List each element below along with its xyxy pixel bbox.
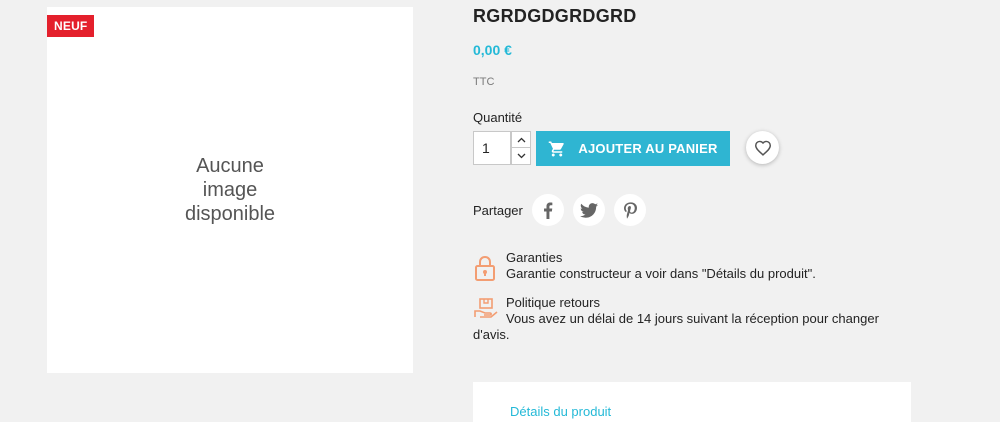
return-box-icon [473,297,499,323]
tax-label: TTC [473,76,495,88]
returns-title: Politique retours [506,295,600,310]
share-pinterest-button[interactable] [614,194,646,226]
twitter-icon [580,202,598,218]
share-label: Partager [473,203,523,218]
no-image-text: Aucune image disponible [184,155,276,225]
quantity-increase-button[interactable] [511,131,531,148]
guarantee-text: Garantie constructeur a voir dans "Détai… [506,266,816,281]
add-to-cart-button[interactable]: AJOUTER AU PANIER [536,131,730,166]
pinterest-icon [623,201,637,219]
tab-product-details[interactable]: Détails du produit [510,404,611,419]
new-badge: NEUF [47,15,95,37]
shopping-cart-icon [548,140,566,158]
wishlist-button[interactable] [746,131,779,164]
share-facebook-button[interactable] [532,194,564,226]
chevron-down-icon [517,153,526,159]
returns-text: Vous avez un délai de 14 jours suivant l… [473,311,879,342]
quantity-label: Quantité [473,110,523,125]
reassurance-guarantee: Garanties Garantie constructeur a voir d… [473,250,893,282]
reassurance-returns: Politique retours Vous avez un délai de … [473,295,893,343]
share-twitter-button[interactable] [573,194,605,226]
product-title: RGRDGDGRDGRD [473,6,637,26]
heart-icon [754,140,772,156]
facebook-icon [543,201,553,219]
product-price: 0,00 € [473,42,512,58]
quantity-decrease-button[interactable] [511,148,531,165]
chevron-up-icon [517,137,526,143]
lock-icon [473,254,497,286]
product-tabs: Détails du produit [473,382,911,422]
quantity-stepper [511,131,531,165]
guarantee-title: Garanties [506,250,563,265]
returns-text-wrap: Vous avez un délai de 14 jours suivant l… [473,311,893,343]
add-to-cart-label: AJOUTER AU PANIER [578,141,718,156]
product-image-placeholder[interactable]: Aucune image disponible [47,7,413,373]
quantity-input[interactable] [473,131,511,165]
